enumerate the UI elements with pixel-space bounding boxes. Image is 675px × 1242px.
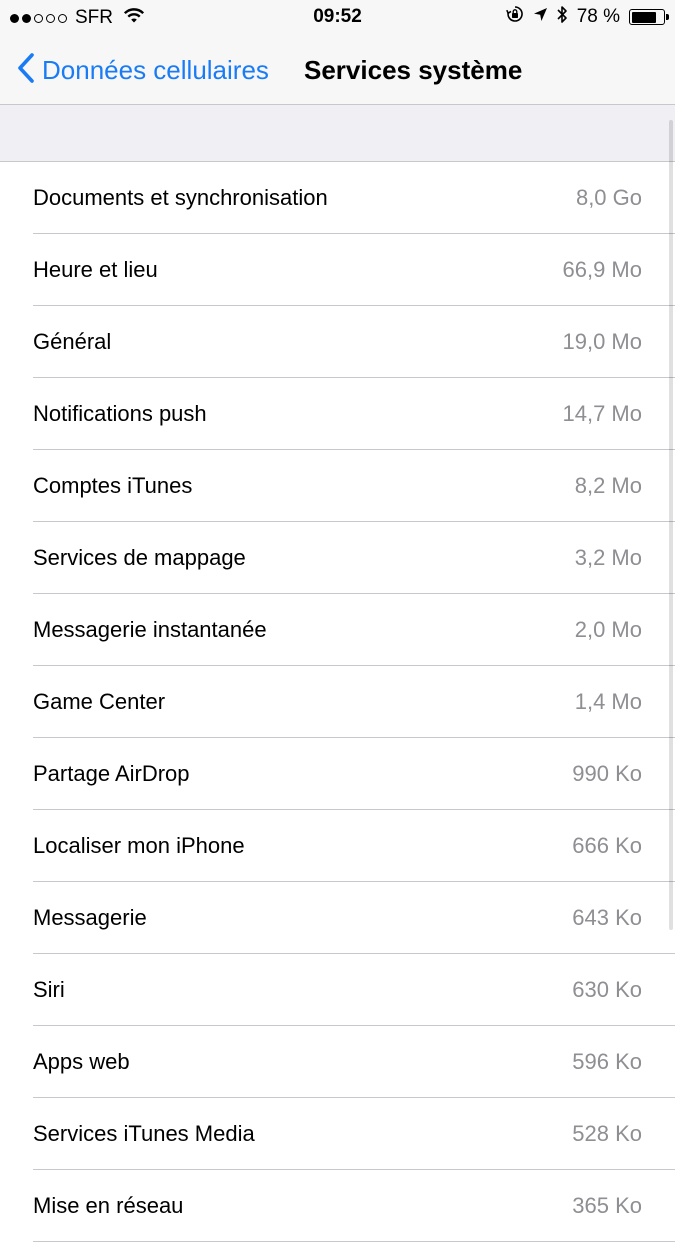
data-usage-value: 528 Ko	[572, 1121, 642, 1146]
services-list: Documents et synchronisation 8,0 Go Heur…	[0, 162, 675, 1242]
data-usage-value: 14,7 Mo	[562, 401, 643, 426]
battery-cap	[666, 14, 669, 20]
service-name: Documents et synchronisation	[33, 185, 328, 210]
list-item: Mise en réseau 365 Ko	[33, 1170, 675, 1242]
service-name: Mise en réseau	[33, 1193, 184, 1218]
list-item: Comptes iTunes 8,2 Mo	[33, 450, 675, 522]
list-item: Partage AirDrop 990 Ko	[33, 738, 675, 810]
section-header-gap	[0, 105, 675, 162]
list-item: Documents et synchronisation 8,0 Go	[33, 162, 675, 234]
list-item: Messagerie 643 Ko	[33, 882, 675, 954]
battery-percent: 78 %	[576, 6, 620, 27]
data-usage-value: 1,4 Mo	[574, 689, 642, 714]
status-right: 78 %	[505, 5, 669, 30]
data-usage-value: 990 Ko	[572, 761, 642, 786]
service-name: Messagerie	[33, 905, 147, 930]
list-item: Services de mappage 3,2 Mo	[33, 522, 675, 594]
list-item: Apps web 596 Ko	[33, 1026, 675, 1098]
location-arrow-icon	[533, 6, 548, 28]
data-usage-value: 596 Ko	[572, 1049, 642, 1074]
service-name: Localiser mon iPhone	[33, 833, 245, 858]
list-item: Localiser mon iPhone 666 Ko	[33, 810, 675, 882]
list-item: Général 19,0 Mo	[33, 306, 675, 378]
list-item: Messagerie instantanée 2,0 Mo	[33, 594, 675, 666]
battery-icon	[629, 9, 669, 25]
service-name: Services de mappage	[33, 545, 246, 570]
data-usage-value: 2,0 Mo	[574, 617, 642, 642]
bluetooth-icon	[557, 5, 568, 30]
data-usage-value: 643 Ko	[572, 905, 642, 930]
list-item: Siri 630 Ko	[33, 954, 675, 1026]
chevron-left-icon	[18, 52, 34, 88]
back-button-label: Données cellulaires	[42, 54, 269, 85]
battery-level	[631, 11, 656, 23]
data-usage-value: 365 Ko	[572, 1193, 642, 1218]
service-name: Game Center	[33, 689, 166, 714]
list-item: Game Center 1,4 Mo	[33, 666, 675, 738]
list-item: Notifications push 14,7 Mo	[33, 378, 675, 450]
data-usage-value: 19,0 Mo	[562, 329, 643, 354]
service-name: Partage AirDrop	[33, 761, 190, 786]
service-name: Apps web	[33, 1049, 130, 1074]
data-usage-value: 3,2 Mo	[574, 545, 642, 570]
status-bar: SFR 09:52 78 %	[0, 0, 675, 36]
data-usage-value: 666 Ko	[572, 833, 642, 858]
service-name: Heure et lieu	[33, 257, 158, 282]
list-item: Services iTunes Media 528 Ko	[33, 1098, 675, 1170]
data-usage-value: 66,9 Mo	[562, 257, 643, 282]
service-name: Comptes iTunes	[33, 473, 193, 498]
orientation-lock-icon	[505, 5, 524, 29]
back-button[interactable]: Données cellulaires	[18, 36, 269, 104]
page-title: Services système	[304, 55, 523, 85]
service-name: Notifications push	[33, 401, 207, 426]
service-name: Services iTunes Media	[33, 1121, 255, 1146]
service-name: Messagerie instantanée	[33, 617, 267, 642]
data-usage-value: 8,0 Go	[575, 185, 642, 210]
data-usage-value: 8,2 Mo	[574, 473, 642, 498]
scroll-indicator[interactable]	[669, 120, 673, 930]
list-item: Heure et lieu 66,9 Mo	[33, 234, 675, 306]
data-usage-value: 630 Ko	[572, 977, 642, 1002]
service-name: Siri	[33, 977, 65, 1002]
service-name: Général	[33, 329, 112, 354]
navigation-bar: Données cellulaires Services système	[0, 36, 675, 105]
